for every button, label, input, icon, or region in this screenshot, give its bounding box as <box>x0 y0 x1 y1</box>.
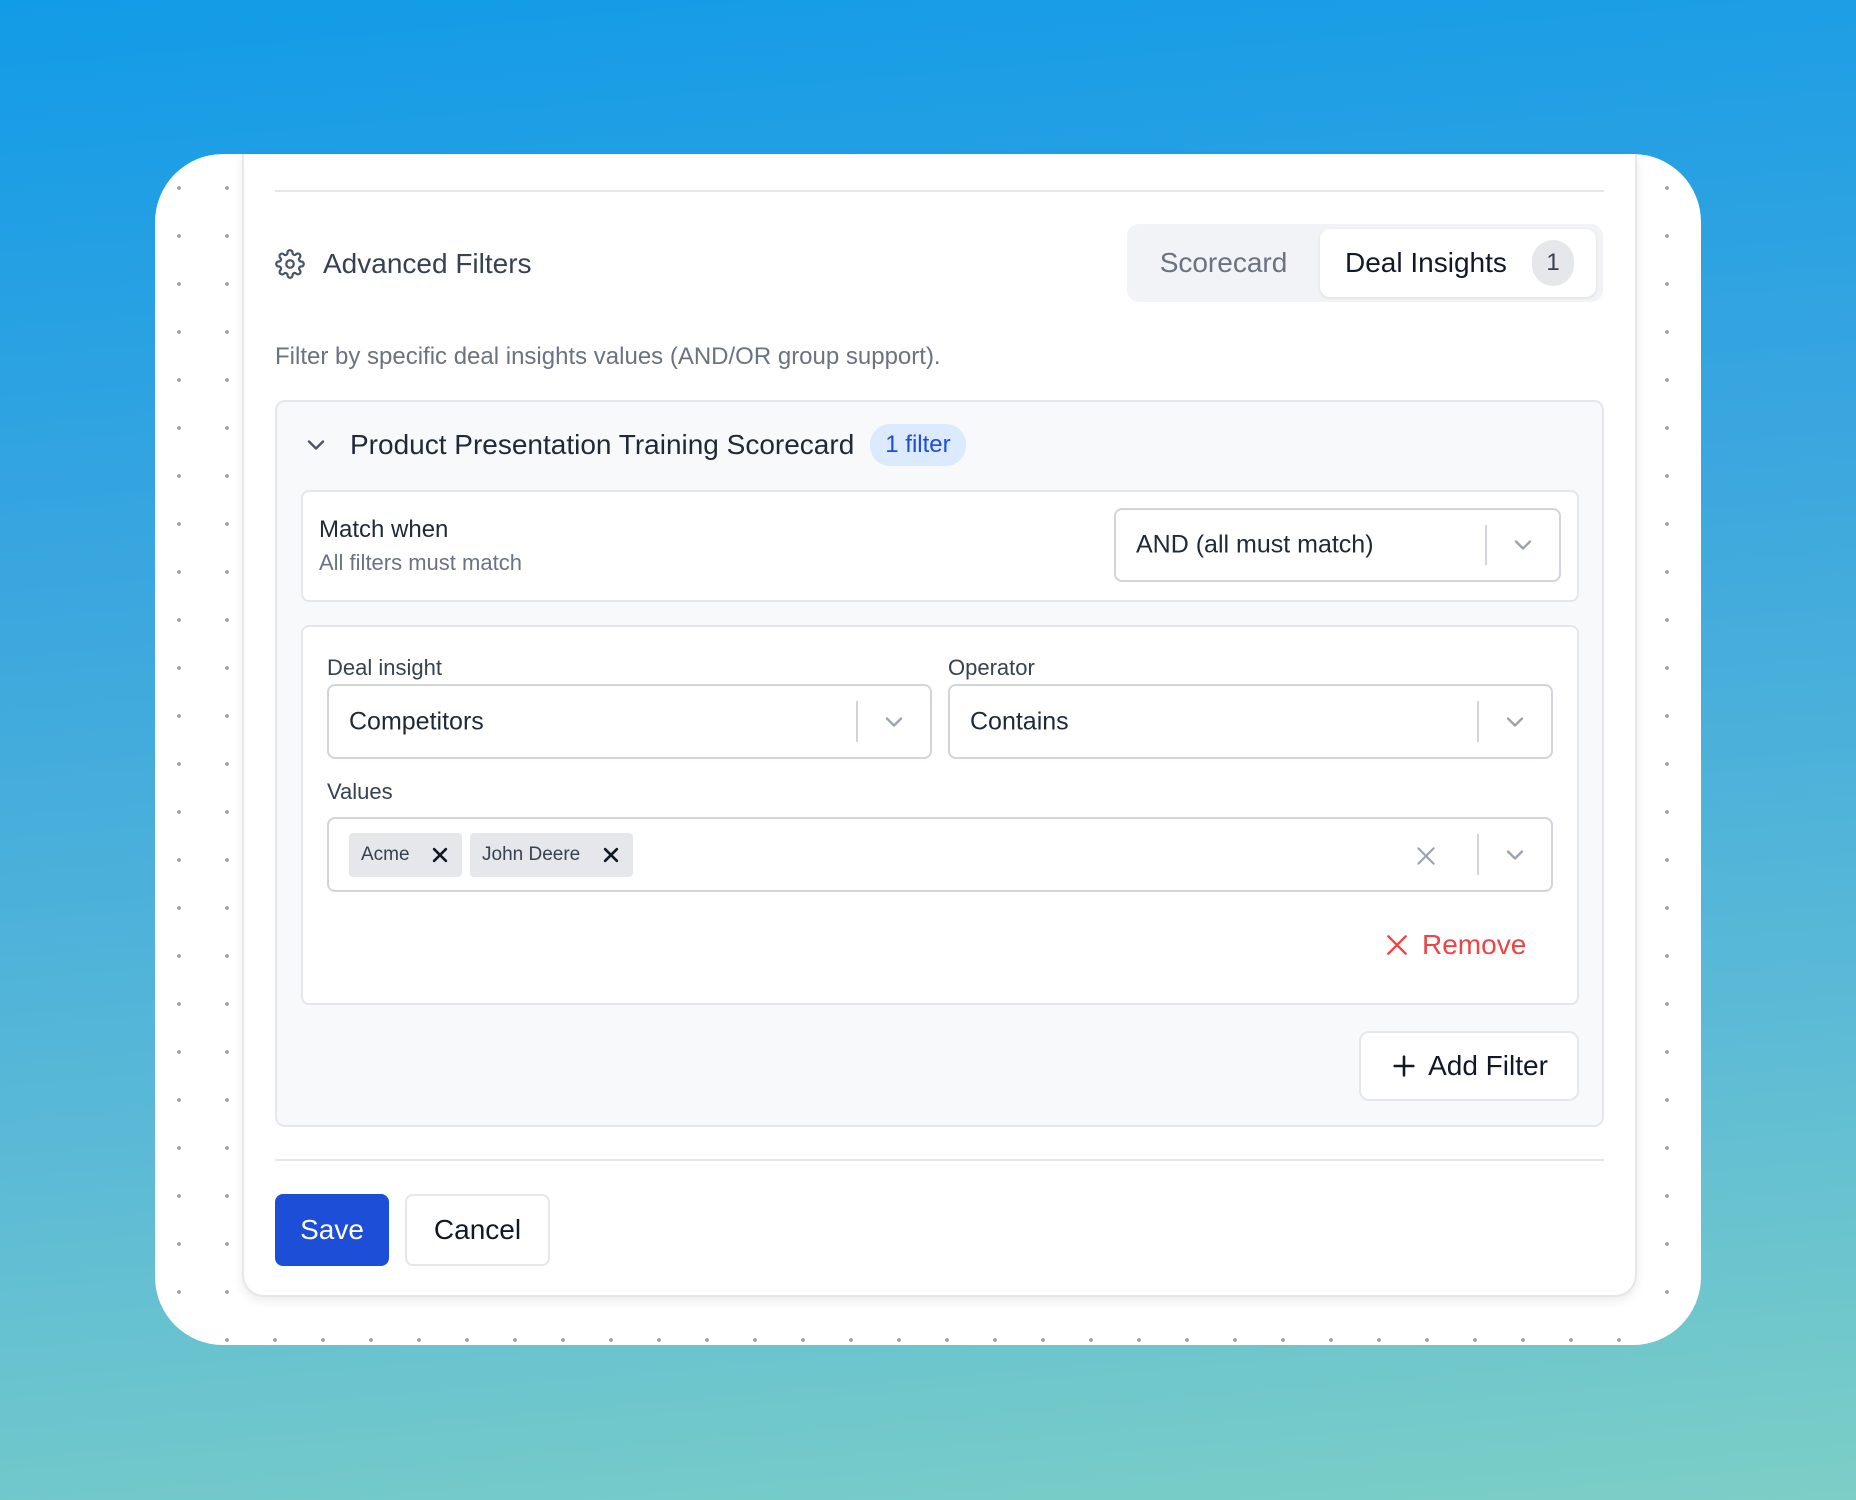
match-when-sublabel: All filters must match <box>319 550 522 575</box>
panel-description: Filter by specific deal insights values … <box>275 343 941 370</box>
divider <box>275 190 1604 192</box>
tab-scorecard[interactable]: Scorecard <box>1127 224 1320 302</box>
plus-icon <box>1393 1055 1415 1077</box>
close-icon[interactable] <box>430 845 450 865</box>
select-separator <box>1477 701 1479 742</box>
chevron-down-icon[interactable] <box>302 431 330 459</box>
value-chip: John Deere <box>470 833 633 877</box>
match-mode-value: AND (all must match) <box>1136 530 1374 559</box>
operator-select[interactable]: Contains <box>948 684 1553 759</box>
value-chip: Acme <box>349 833 462 877</box>
group-header[interactable]: Product Presentation Training Scorecard … <box>302 420 966 470</box>
filter-count-badge: 1 filter <box>870 424 966 466</box>
gear-icon <box>275 249 305 279</box>
chevron-down-icon <box>1514 540 1532 550</box>
add-filter-label: Add Filter <box>1428 1050 1548 1081</box>
match-mode-select[interactable]: AND (all must match) <box>1114 508 1561 582</box>
operator-label: Operator <box>948 655 1035 680</box>
deal-insight-label: Deal insight <box>327 655 442 680</box>
close-icon <box>1387 935 1407 955</box>
chevron-down-icon <box>885 716 903 727</box>
deal-insight-value: Competitors <box>349 707 484 735</box>
tab-deal-insights-label: Deal Insights <box>1345 247 1507 278</box>
divider <box>275 1159 1604 1161</box>
save-button[interactable]: Save <box>275 1194 389 1266</box>
tab-deal-insights[interactable]: Deal Insights 1 <box>1320 229 1596 297</box>
select-separator <box>856 701 858 742</box>
deal-insight-select[interactable]: Competitors <box>327 684 932 759</box>
select-separator <box>1477 834 1479 875</box>
match-when-label: Match when <box>319 516 449 543</box>
value-chip-label: John Deere <box>482 844 581 865</box>
group-title: Product Presentation Training Scorecard <box>350 429 855 460</box>
cancel-button[interactable]: Cancel <box>405 1194 550 1266</box>
chevron-down-icon <box>1506 849 1524 860</box>
chevron-down-icon <box>1506 716 1524 727</box>
panel-header: Advanced Filters <box>275 240 532 288</box>
close-icon[interactable] <box>601 845 621 865</box>
values-label: Values <box>327 779 393 804</box>
value-chip-label: Acme <box>361 844 410 865</box>
add-filter-button[interactable]: Add Filter <box>1359 1031 1579 1101</box>
clear-icon[interactable] <box>1413 843 1439 869</box>
remove-filter-button[interactable]: Remove <box>1384 925 1526 965</box>
panel-title: Advanced Filters <box>323 248 532 279</box>
remove-filter-label: Remove <box>1422 929 1527 960</box>
select-separator <box>1485 525 1487 565</box>
tab-switcher: Scorecard Deal Insights 1 <box>1127 224 1603 302</box>
tab-count-badge: 1 <box>1532 240 1574 286</box>
operator-value: Contains <box>970 707 1069 735</box>
